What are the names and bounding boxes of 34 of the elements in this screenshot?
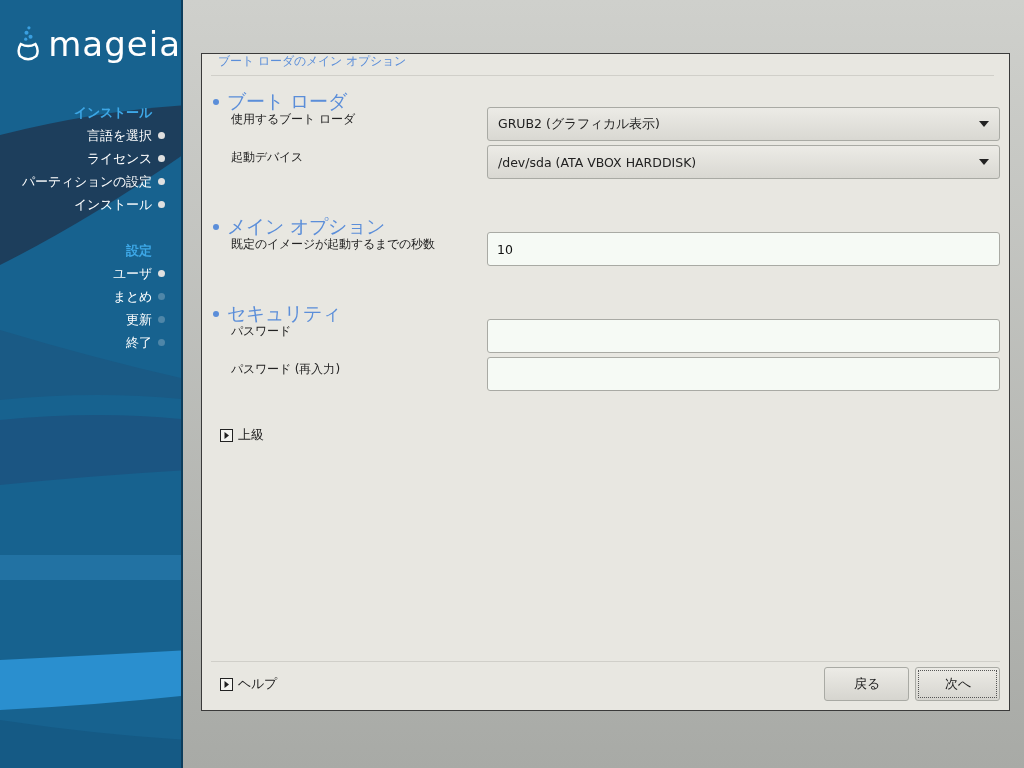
input-field[interactable]	[487, 357, 1000, 391]
expander[interactable]: ヘルプ	[220, 675, 277, 693]
bullet-icon	[213, 98, 219, 105]
step-label: 更新	[126, 310, 152, 329]
step-label: 終了	[126, 333, 152, 352]
step-label: ユーザ	[113, 264, 152, 283]
step-label: ライセンス	[87, 149, 152, 168]
dialog-title: ブート ローダのメイン オプション	[218, 54, 406, 70]
input-field[interactable]: 10	[487, 232, 1000, 266]
input-field[interactable]	[487, 319, 1000, 353]
step-label: インストール	[74, 195, 152, 214]
dropdown[interactable]: GRUB2 (グラフィカル表示)	[487, 107, 1000, 141]
bullet-icon	[213, 223, 219, 230]
caret-icon	[979, 159, 989, 165]
expander[interactable]: 上級	[220, 427, 264, 444]
section-heading: セキュリティ	[227, 300, 341, 326]
dropdown[interactable]: /dev/sda (ATA VBOX HARDDISK)	[487, 145, 1000, 179]
section-heading: メイン オプション	[227, 213, 386, 238]
nav-button[interactable]: 次へ	[915, 667, 1000, 701]
field-label: パスワード (再入力)	[231, 361, 341, 378]
field-label: 使用するブート ローダ	[231, 111, 355, 128]
step-label: まとめ	[113, 287, 152, 306]
caret-icon	[979, 121, 989, 127]
logo-text: mageia	[48, 27, 181, 61]
step-label: 言語を選択	[87, 126, 152, 145]
step-group-title: 設定	[126, 242, 152, 260]
step-label: パーティションの設定	[22, 172, 152, 191]
field-label: 既定のイメージが起動するまでの秒数	[231, 236, 435, 253]
field-label: パスワード	[231, 323, 291, 340]
step-group-title: インストール	[74, 104, 152, 122]
section-heading: ブート ローダ	[227, 88, 348, 113]
field-label: 起動デバイス	[231, 149, 303, 166]
bullet-icon	[213, 310, 219, 317]
nav-button[interactable]: 戻る	[824, 667, 909, 701]
